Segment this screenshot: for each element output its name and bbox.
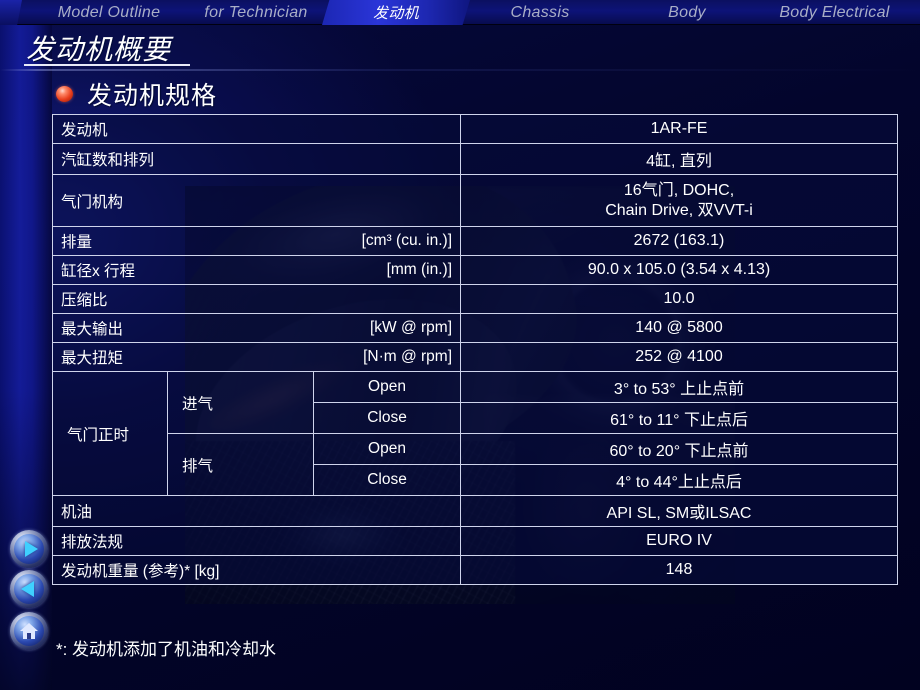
cell-value: 16气门, DOHC, Chain Drive, 双VVT-i bbox=[460, 174, 899, 227]
cell-key: 气门机构 bbox=[51, 174, 462, 227]
row-unit: [cm³ (cu. in.)] bbox=[361, 232, 453, 249]
cell-value: EURO IV bbox=[460, 526, 899, 556]
section-heading-label: 发动机规格 bbox=[87, 82, 218, 110]
page-title: 发动机概要 bbox=[26, 34, 172, 65]
back-arrow-icon bbox=[14, 574, 44, 604]
engine-spec-table: 发动机 1AR-FE 汽缸数和排列 4缸, 直列 气门机构 16气门, DOHC… bbox=[51, 114, 899, 585]
cell-value: 90.0 x 105.0 (3.54 x 4.13) bbox=[460, 255, 899, 285]
table-row: 排放法规 EURO IV bbox=[51, 526, 899, 556]
cell-key: 最大输出 [kW @ rpm] bbox=[51, 313, 462, 343]
row-label: 排量 bbox=[61, 234, 93, 251]
cell-valve-action: Close bbox=[312, 402, 462, 434]
cell-value: 140 @ 5800 bbox=[460, 313, 899, 343]
table-row: 发动机 1AR-FE bbox=[51, 114, 899, 144]
table-row: 机油 API SL, SM或ILSAC bbox=[51, 495, 899, 527]
cell-valve-action: Open bbox=[312, 371, 462, 403]
cell-valve-group-exhaust: 排气 bbox=[167, 433, 314, 496]
cell-value: 61° to 11° 下止点后 bbox=[460, 402, 899, 434]
footnote: *: 发动机添加了机油和冷却水 bbox=[56, 640, 277, 659]
forward-button[interactable] bbox=[10, 530, 48, 568]
table-row: 气门机构 16气门, DOHC, Chain Drive, 双VVT-i bbox=[51, 174, 899, 227]
row-unit: [N·m @ rpm] bbox=[363, 348, 453, 365]
row-label: 最大输出 bbox=[61, 321, 124, 338]
table-row: 汽缸数和排列 4缸, 直列 bbox=[51, 143, 899, 175]
cell-value: 4缸, 直列 bbox=[460, 143, 899, 175]
tab-body[interactable]: Body bbox=[632, 0, 742, 25]
row-label: 气门机构 bbox=[61, 193, 124, 211]
cell-valve-group-intake: 进气 bbox=[167, 371, 314, 434]
table-row: 最大扭矩 [N·m @ rpm] 252 @ 4100 bbox=[51, 342, 899, 372]
cell-key: 排放法规 bbox=[51, 526, 462, 556]
table-row: 缸径x 行程 [mm (in.)] 90.0 x 105.0 (3.54 x 4… bbox=[51, 255, 899, 285]
table-row: 排量 [cm³ (cu. in.)] 2672 (163.1) bbox=[51, 226, 899, 256]
home-button[interactable] bbox=[10, 612, 48, 650]
table-row: 发动机重量 (参考)* [kg] 148 bbox=[51, 555, 899, 585]
row-unit: [kW @ rpm] bbox=[369, 319, 453, 336]
row-label: 发动机 bbox=[61, 122, 108, 139]
cell-value: API SL, SM或ILSAC bbox=[460, 495, 899, 527]
back-button[interactable] bbox=[10, 570, 48, 608]
cell-value: 252 @ 4100 bbox=[460, 342, 899, 372]
row-unit: [mm (in.)] bbox=[386, 261, 453, 278]
cell-key: 最大扭矩 [N·m @ rpm] bbox=[51, 342, 462, 372]
cell-key: 机油 bbox=[51, 495, 462, 527]
cell-key: 发动机重量 (参考)* [kg] bbox=[51, 555, 462, 585]
cell-value: 10.0 bbox=[460, 284, 899, 314]
slide-root: Model Outline for Technician 发动机 Chassis… bbox=[0, 0, 920, 690]
cell-value: 1AR-FE bbox=[460, 114, 899, 144]
section-heading: 发动机规格 bbox=[56, 76, 217, 112]
tab-engine[interactable]: 发动机 bbox=[322, 0, 470, 25]
cell-valve-action: Close bbox=[312, 464, 462, 496]
row-label: 压缩比 bbox=[61, 292, 108, 309]
tab-body-electrical[interactable]: Body Electrical bbox=[752, 0, 917, 25]
cell-key: 缸径x 行程 [mm (in.)] bbox=[51, 255, 462, 285]
cell-value: 2672 (163.1) bbox=[460, 226, 899, 256]
cell-valve-action: Open bbox=[312, 433, 462, 465]
tab-for-technician[interactable]: for Technician bbox=[166, 0, 346, 25]
bullet-sphere-icon bbox=[56, 86, 73, 102]
tab-chassis[interactable]: Chassis bbox=[470, 0, 610, 25]
cell-value: 4° to 44°上止点后 bbox=[460, 464, 899, 496]
cell-value: 3° to 53° 上止点前 bbox=[460, 371, 899, 403]
cell-key: 压缩比 bbox=[51, 284, 462, 314]
top-tab-bar: Model Outline for Technician 发动机 Chassis… bbox=[0, 0, 920, 25]
row-label: 最大扭矩 bbox=[61, 350, 124, 367]
cell-value: 148 bbox=[460, 555, 899, 585]
cell-value: 60° to 20° 下止点前 bbox=[460, 433, 899, 465]
home-icon bbox=[14, 616, 44, 646]
tab-bar-left-notch bbox=[0, 0, 22, 25]
forward-arrow-icon bbox=[14, 534, 44, 564]
table-row-valve-timing: 气门正时 进气 Open 3° to 53° 上止点前 bbox=[52, 371, 899, 496]
table-row: 压缩比 10.0 bbox=[51, 284, 899, 314]
cell-key: 排量 [cm³ (cu. in.)] bbox=[51, 226, 462, 256]
table-row-valve-timing: 排气 Open 60° to 20° 下止点前 bbox=[53, 433, 899, 496]
table-row: 最大输出 [kW @ rpm] 140 @ 5800 bbox=[51, 313, 899, 343]
cell-key: 发动机 bbox=[51, 114, 462, 144]
title-divider bbox=[0, 69, 920, 71]
row-label: 缸径x 行程 bbox=[61, 263, 136, 280]
cell-valve-timing-label: 气门正时 bbox=[52, 371, 168, 496]
row-label: 汽缸数和排列 bbox=[61, 152, 155, 169]
cell-key: 汽缸数和排列 bbox=[51, 143, 462, 175]
page-title-underline bbox=[24, 64, 190, 66]
